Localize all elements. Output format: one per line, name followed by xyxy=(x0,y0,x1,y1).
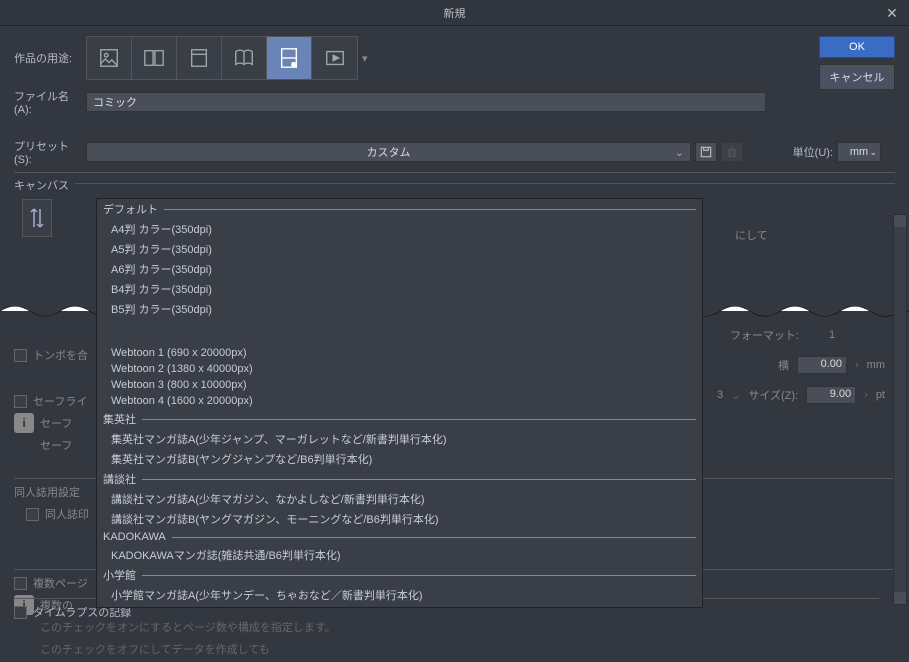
scroll-down-icon[interactable] xyxy=(894,592,906,604)
doujin-print-label: 同人誌印 xyxy=(45,506,89,522)
dropdown-item[interactable]: 講談社マンガ誌B(ヤングマガジン、モーニングなど/B6判単行本化) xyxy=(97,509,702,529)
usage-book-icon[interactable] xyxy=(222,37,267,79)
dropdown-group-header: 講談社 xyxy=(97,469,702,489)
dropdown-item[interactable]: 小学館マンガ誌B(ビッグコミックなど／B6判単行本化) xyxy=(97,605,702,608)
usage-comic-icon[interactable] xyxy=(132,37,177,79)
scroll-up-icon[interactable] xyxy=(894,215,906,227)
trim-label: トンボを合 xyxy=(33,347,88,363)
chevron-down-icon: ⌄ xyxy=(869,147,877,158)
usage-print-icon[interactable] xyxy=(177,37,222,79)
usage-animation-icon[interactable] xyxy=(312,37,357,79)
usage-illustration-icon[interactable] xyxy=(87,37,132,79)
dropdown-item[interactable]: A5判 カラー(350dpi) xyxy=(97,239,702,259)
dropdown-item[interactable]: Webtoon 2 (1380 x 40000px) xyxy=(97,361,702,377)
doujin-print-checkbox[interactable] xyxy=(26,508,39,521)
dropdown-item[interactable]: 集英社マンガ誌B(ヤングジャンプなど/B6判単行本化) xyxy=(97,449,702,469)
filename-input[interactable] xyxy=(86,92,766,112)
dropdown-group-header: デフォルト xyxy=(97,199,702,219)
cancel-button[interactable]: キャンセル xyxy=(819,64,895,90)
multipage-checkbox[interactable] xyxy=(14,577,27,590)
dropdown-group-header: KADOKAWA xyxy=(97,529,702,545)
safeline-checkbox[interactable] xyxy=(14,395,27,408)
dropdown-item[interactable]: A4判 カラー(350dpi) xyxy=(97,219,702,239)
dropdown-item[interactable]: 講談社マンガ誌A(少年マガジン、なかよしなど/新書判単行本化) xyxy=(97,489,702,509)
usage-icon-group xyxy=(86,36,358,80)
timelapse-checkbox[interactable] xyxy=(14,606,27,619)
safe-text1: セーフ xyxy=(40,415,72,431)
preset-select[interactable]: カスタム ⌄ xyxy=(86,142,691,162)
safe-text2: セーフ xyxy=(40,437,72,453)
ok-button[interactable]: OK xyxy=(819,36,895,58)
dropdown-item[interactable]: Webtoon 4 (1600 x 20000px) xyxy=(97,393,702,409)
scrollbar[interactable] xyxy=(893,214,907,605)
unit-select[interactable]: mm ⌄ xyxy=(837,142,881,162)
chevron-down-icon[interactable]: ▾ xyxy=(362,52,368,65)
preset-label: プリセット(S): xyxy=(14,138,86,166)
save-preset-button[interactable] xyxy=(695,142,717,162)
unit-label: 単位(U): xyxy=(793,144,833,160)
preset-dropdown[interactable]: デフォルトA4判 カラー(350dpi)A5判 カラー(350dpi)A6判 カ… xyxy=(96,198,703,608)
nishite-text: にして xyxy=(735,227,768,243)
trim-checkbox[interactable] xyxy=(14,349,27,362)
dropdown-item[interactable]: Webtoon 1 (690 x 20000px) xyxy=(97,345,702,361)
multipage-label: 複数ページ xyxy=(33,575,88,591)
dropdown-item[interactable]: Webtoon 3 (800 x 10000px) xyxy=(97,377,702,393)
info-icon: i xyxy=(14,413,34,433)
dropdown-item[interactable]: 小学館マンガ誌A(少年サンデー、ちゃおなど／新書判単行本化) xyxy=(97,585,702,605)
filename-label: ファイル名(A): xyxy=(14,88,86,116)
close-icon[interactable]: ✕ xyxy=(883,4,901,22)
canvas-label: キャンバス xyxy=(14,177,69,193)
safeline-label: セーフライ xyxy=(33,393,87,409)
doujin-label: 同人誌用設定 xyxy=(14,484,80,500)
dropdown-item[interactable]: B4判 カラー(350dpi) xyxy=(97,279,702,299)
delete-preset-button xyxy=(721,142,743,162)
dropdown-item[interactable]: B5判 カラー(350dpi) xyxy=(97,299,702,319)
window-title: 新規 xyxy=(444,5,466,21)
dropdown-item[interactable]: KADOKAWAマンガ誌(雑誌共通/B6判単行本化) xyxy=(97,545,702,565)
dropdown-item[interactable]: A6判 カラー(350dpi) xyxy=(97,259,702,279)
titlebar: 新規 ✕ xyxy=(0,0,909,26)
usage-webtoon-icon[interactable] xyxy=(267,37,312,79)
preset-value: カスタム xyxy=(367,144,411,160)
dropdown-group-header: 小学館 xyxy=(97,565,702,585)
dropdown-item[interactable]: 集英社マンガ誌A(少年ジャンプ、マーガレットなど/新書判単行本化) xyxy=(97,429,702,449)
orientation-swap-button[interactable] xyxy=(22,199,52,237)
usage-label: 作品の用途: xyxy=(14,50,86,66)
multi-info3: このチェックをオフにしてデータを作成しても xyxy=(40,641,270,657)
chevron-down-icon: ⌄ xyxy=(675,146,684,159)
dropdown-group-header: 集英社 xyxy=(97,409,702,429)
